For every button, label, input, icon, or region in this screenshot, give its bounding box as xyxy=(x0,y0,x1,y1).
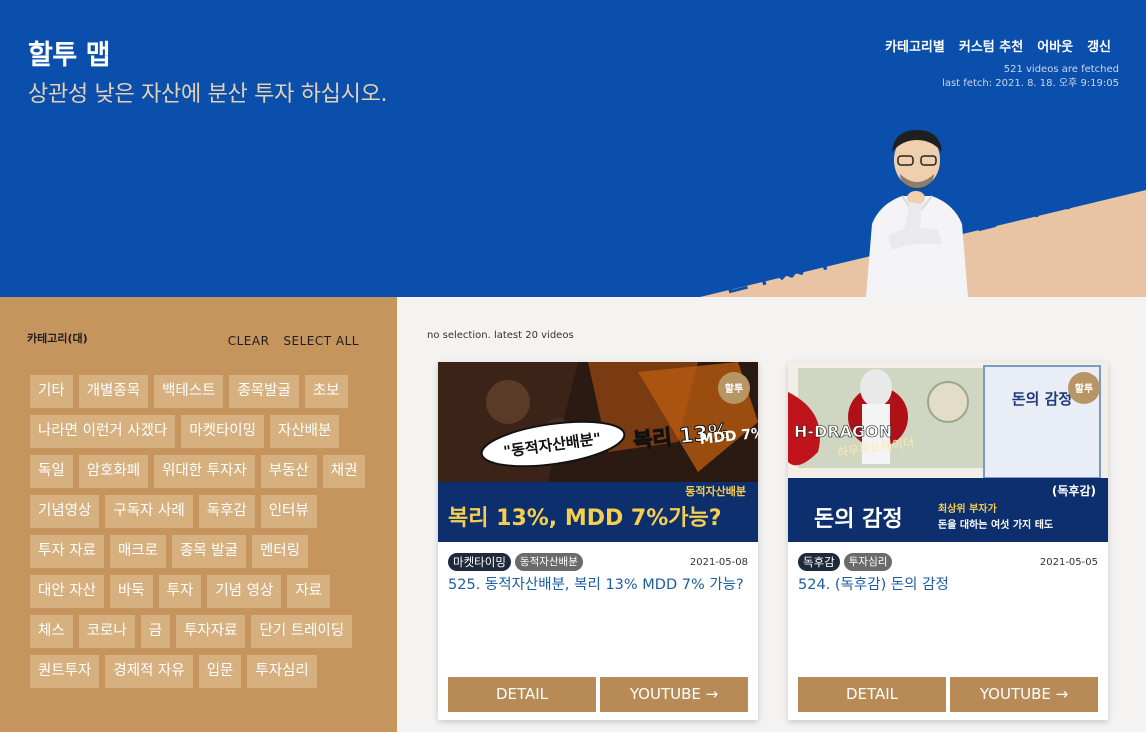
category-heading: 카테고리(대) xyxy=(27,332,88,345)
card-meta: 독후감 투자심리 2021-05-05 xyxy=(798,553,1098,571)
svg-text:돈의 감정: 돈의 감정 xyxy=(814,507,903,532)
nav-about[interactable]: 어바웃 xyxy=(1037,36,1073,55)
category-tag[interactable]: 투자 자료 xyxy=(30,535,104,568)
category-tag[interactable]: 체스 xyxy=(30,615,73,648)
category-tag[interactable]: 구독자 사례 xyxy=(105,495,193,528)
category-tag[interactable]: 코로나 xyxy=(78,615,135,648)
category-badge: 독후감 xyxy=(798,553,840,571)
category-tag[interactable]: 채권 xyxy=(322,455,366,488)
svg-text:(독후감): (독후감) xyxy=(1052,483,1096,498)
header: 할수있다 알고투자 할투 맵 상관성 낮은 자산에 분산 투자 하십시오. 카테… xyxy=(0,0,1146,297)
youtube-button[interactable]: YOUTUBE → xyxy=(950,677,1098,712)
nav-by-category[interactable]: 카테고리별 xyxy=(885,36,945,55)
card-date: 2021-05-05 xyxy=(1039,556,1098,568)
subcategory-badge: 동적자산배분 xyxy=(514,553,583,571)
card-meta: 마켓타이밍 동적자산배분 2021-05-08 xyxy=(448,553,748,571)
category-tag[interactable]: 인터뷰 xyxy=(260,495,317,528)
category-tag[interactable]: 독일 xyxy=(30,455,73,488)
detail-button[interactable]: DETAIL xyxy=(448,677,596,712)
category-tag[interactable]: 바둑 xyxy=(109,575,153,608)
svg-text:동적자산배분: 동적자산배분 xyxy=(685,484,746,498)
category-tag[interactable]: 종목발굴 xyxy=(229,375,299,408)
fetched-count: 521 videos are fetched xyxy=(1003,64,1119,75)
category-tag[interactable]: 단기 트레이딩 xyxy=(251,615,353,648)
category-tag[interactable]: 자산배분 xyxy=(269,415,340,448)
category-tag[interactable]: 금 xyxy=(140,615,171,648)
category-tag[interactable]: 나라면 이런거 사겠다 xyxy=(30,415,176,448)
svg-text:복리 13%, MDD 7%가능?: 복리 13%, MDD 7%가능? xyxy=(448,506,721,531)
svg-text:최상위 부자가: 최상위 부자가 xyxy=(938,502,997,515)
youtube-button[interactable]: YOUTUBE → xyxy=(600,677,748,712)
category-tag[interactable]: 위대한 투자자 xyxy=(154,455,255,488)
svg-text:돈의 감정: 돈의 감정 xyxy=(1012,390,1072,408)
category-tag[interactable]: 암호화폐 xyxy=(78,455,149,488)
top-nav: 카테고리별 커스텀 추천 어바웃 갱신 xyxy=(885,36,1111,55)
category-tag[interactable]: 개별종목 xyxy=(78,375,149,408)
category-tag[interactable]: 독후감 xyxy=(198,495,255,528)
category-tag[interactable]: 투자 xyxy=(158,575,202,608)
video-title-link[interactable]: 525. 동적자산배분, 복리 13% MDD 7% 가능? xyxy=(448,573,748,597)
page-title: 할투 맵 xyxy=(28,40,110,71)
category-tag[interactable]: 기념 영상 xyxy=(207,575,282,608)
clear-button[interactable]: CLEAR xyxy=(228,334,270,348)
video-thumbnail[interactable]: 할투 "동적자산배분" 복리 13% MDD 7% 동적자산배분 복리 13%,… xyxy=(438,362,758,542)
category-sidebar: 카테고리(대) CLEAR SELECT ALL 기타 개별종목 백테스트 종목… xyxy=(0,297,397,732)
video-thumbnail[interactable]: 돈의 감정 할투 H-DRAGON 하우투트레이더 (독후감) 돈의 감정 최상… xyxy=(788,362,1108,542)
category-tag[interactable]: 자료 xyxy=(287,575,330,608)
category-tag[interactable]: 초보 xyxy=(304,375,348,408)
category-tag[interactable]: 백테스트 xyxy=(154,375,224,408)
svg-text:할투: 할투 xyxy=(1075,382,1093,395)
category-tag[interactable]: 기타 xyxy=(30,375,73,408)
category-tag[interactable]: 종목 발굴 xyxy=(172,535,246,568)
category-tag[interactable]: 경제적 자유 xyxy=(105,655,193,688)
fetch-info: 521 videos are fetched last fetch: 2021.… xyxy=(942,63,1119,91)
category-tag[interactable]: 입문 xyxy=(198,655,242,688)
card-date: 2021-05-08 xyxy=(689,556,748,568)
select-all-button[interactable]: SELECT ALL xyxy=(283,334,359,348)
category-tag[interactable]: 투자자료 xyxy=(176,615,246,648)
svg-text:할투: 할투 xyxy=(725,382,743,395)
category-tag[interactable]: 마켓타이밍 xyxy=(181,415,264,448)
selection-status: no selection. latest 20 videos xyxy=(427,330,574,341)
subcategory-badge: 투자심리 xyxy=(843,553,893,571)
page-subtitle: 상관성 낮은 자산에 분산 투자 하십시오. xyxy=(28,82,388,107)
nav-refresh[interactable]: 갱신 xyxy=(1087,36,1111,55)
category-tag[interactable]: 대안 자산 xyxy=(30,575,104,608)
category-tag-list: 기타 개별종목 백테스트 종목발굴 초보 나라면 이런거 사겠다 마켓타이밍 자… xyxy=(30,375,375,688)
category-tag[interactable]: 투자심리 xyxy=(247,655,317,688)
last-fetch: last fetch: 2021. 8. 18. 오후 9:19:05 xyxy=(942,78,1119,89)
host-photo xyxy=(866,130,968,297)
category-tag[interactable]: 퀀트투자 xyxy=(30,655,100,688)
category-badge: 마켓타이밍 xyxy=(448,553,511,571)
category-tag[interactable]: 멘터링 xyxy=(251,535,308,568)
video-card: 돈의 감정 할투 H-DRAGON 하우투트레이더 (독후감) 돈의 감정 최상… xyxy=(788,362,1108,720)
video-card: 할투 "동적자산배분" 복리 13% MDD 7% 동적자산배분 복리 13%,… xyxy=(438,362,758,720)
category-tag[interactable]: 기념영상 xyxy=(30,495,100,528)
category-tag[interactable]: 부동산 xyxy=(260,455,317,488)
category-actions: CLEAR SELECT ALL xyxy=(228,334,359,348)
svg-text:H-DRAGON: H-DRAGON xyxy=(794,422,892,441)
svg-text:돈을 대하는 여섯 가지 태도: 돈을 대하는 여섯 가지 태도 xyxy=(938,518,1053,531)
category-tag[interactable]: 매크로 xyxy=(109,535,166,568)
detail-button[interactable]: DETAIL xyxy=(798,677,946,712)
nav-custom-recommend[interactable]: 커스텀 추천 xyxy=(959,36,1023,55)
video-title-link[interactable]: 524. (독후감) 돈의 감정 xyxy=(798,573,1098,597)
